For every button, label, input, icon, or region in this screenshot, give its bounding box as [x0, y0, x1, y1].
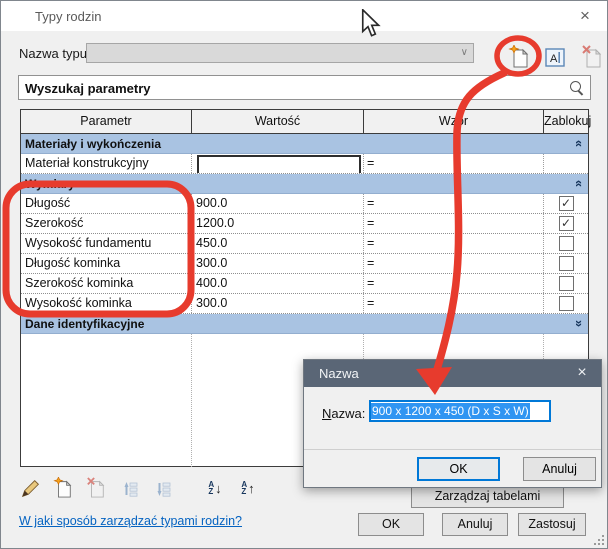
column-header-zablokuj[interactable]: Zablokuj: [543, 110, 588, 133]
search-input[interactable]: [23, 78, 567, 98]
cancel-button[interactable]: Anuluj: [442, 513, 508, 536]
new-type-button[interactable]: [508, 45, 530, 69]
lock-checkbox[interactable]: [559, 236, 574, 251]
move-up-icon[interactable]: [118, 477, 140, 499]
new-parameter-icon[interactable]: [52, 477, 74, 499]
resize-grip[interactable]: [594, 535, 604, 545]
lock-checkbox[interactable]: [559, 276, 574, 291]
delete-type-button[interactable]: [581, 45, 603, 69]
lock-checkbox[interactable]: ✓: [559, 216, 574, 231]
search-icon: [569, 80, 584, 95]
table-row-wysokosc-kominka[interactable]: Wysokość kominka 300.0 =: [21, 294, 588, 314]
table-row-material-konstrukcyjny[interactable]: Materiał konstrukcyjny =: [21, 154, 588, 174]
section-header-wymiary[interactable]: Wymiary: [21, 174, 588, 194]
column-header-wartosc[interactable]: Wartość: [191, 110, 363, 133]
help-link[interactable]: W jaki sposób zarządzać typami rodzin?: [19, 514, 242, 528]
delete-parameter-icon[interactable]: [85, 477, 107, 499]
table-header: Parametr Wartość Wzór Zablokuj: [21, 110, 588, 134]
sort-descending-icon[interactable]: AZ↑: [237, 477, 259, 499]
main-titlebar: Typy rodzin ×: [1, 1, 607, 31]
table-row-szerokosc[interactable]: Szerokość 1200.0 = ✓: [21, 214, 588, 234]
table-row-dlugosc-kominka[interactable]: Długość kominka 300.0 =: [21, 254, 588, 274]
name-dialog-close-icon[interactable]: ×: [573, 364, 591, 382]
dialog-title: Typy rodzin: [35, 9, 101, 24]
name-dialog: Nazwa × Nazwa: 900 x 1200 x 450 (D x S x…: [303, 359, 602, 488]
name-dialog-cancel-button[interactable]: Anuluj: [523, 457, 596, 481]
table-row-dlugosc[interactable]: Długość 900.0 = ✓: [21, 194, 588, 214]
type-name-label: Nazwa typu:: [19, 46, 91, 61]
type-name-combobox[interactable]: ∨: [86, 43, 474, 63]
lock-checkbox[interactable]: [559, 296, 574, 311]
mouse-cursor-icon: [361, 9, 381, 44]
selected-text: 900 x 1200 x 450 (D x S x W): [371, 403, 530, 419]
name-dialog-title: Nazwa: [319, 366, 359, 381]
name-field-label: Nazwa:: [322, 406, 365, 421]
parameter-toolbar: AZ↓ AZ↑: [19, 475, 259, 501]
family-types-dialog: Typy rodzin × Nazwa typu: ∨ A: [0, 0, 608, 549]
rename-type-button[interactable]: A: [545, 48, 567, 72]
table-row-wysokosc-fundamentu[interactable]: Wysokość fundamentu 450.0 =: [21, 234, 588, 254]
name-dialog-titlebar: Nazwa: [304, 360, 601, 387]
name-input[interactable]: 900 x 1200 x 450 (D x S x W): [369, 400, 551, 422]
section-header-materialy[interactable]: Materiały i wykończenia: [21, 134, 588, 154]
material-value-input[interactable]: [197, 155, 361, 173]
svg-text:A: A: [550, 53, 558, 65]
table-row-szerokosc-kominka[interactable]: Szerokość kominka 400.0 =: [21, 274, 588, 294]
chevron-down-icon: ∨: [461, 47, 468, 58]
chevron-double-up-icon[interactable]: [572, 135, 588, 153]
column-header-wzor[interactable]: Wzór: [363, 110, 543, 133]
section-header-dane-identyfikacyjne[interactable]: Dane identyfikacyjne: [21, 314, 588, 334]
lock-checkbox[interactable]: ✓: [559, 196, 574, 211]
lock-checkbox[interactable]: [559, 256, 574, 271]
name-dialog-ok-button[interactable]: OK: [417, 457, 500, 481]
dialog-separator: [304, 449, 601, 450]
apply-button[interactable]: Zastosuj: [518, 513, 586, 536]
search-parameters-box[interactable]: [18, 75, 591, 100]
chevron-double-up-icon[interactable]: [572, 175, 588, 193]
sort-ascending-icon[interactable]: AZ↓: [204, 477, 226, 499]
chevron-double-down-icon[interactable]: [572, 315, 588, 333]
close-icon[interactable]: ×: [575, 6, 595, 26]
column-header-parametr[interactable]: Parametr: [21, 110, 191, 133]
move-down-icon[interactable]: [151, 477, 173, 499]
edit-pencil-icon[interactable]: [19, 477, 41, 499]
ok-button[interactable]: OK: [358, 513, 424, 536]
